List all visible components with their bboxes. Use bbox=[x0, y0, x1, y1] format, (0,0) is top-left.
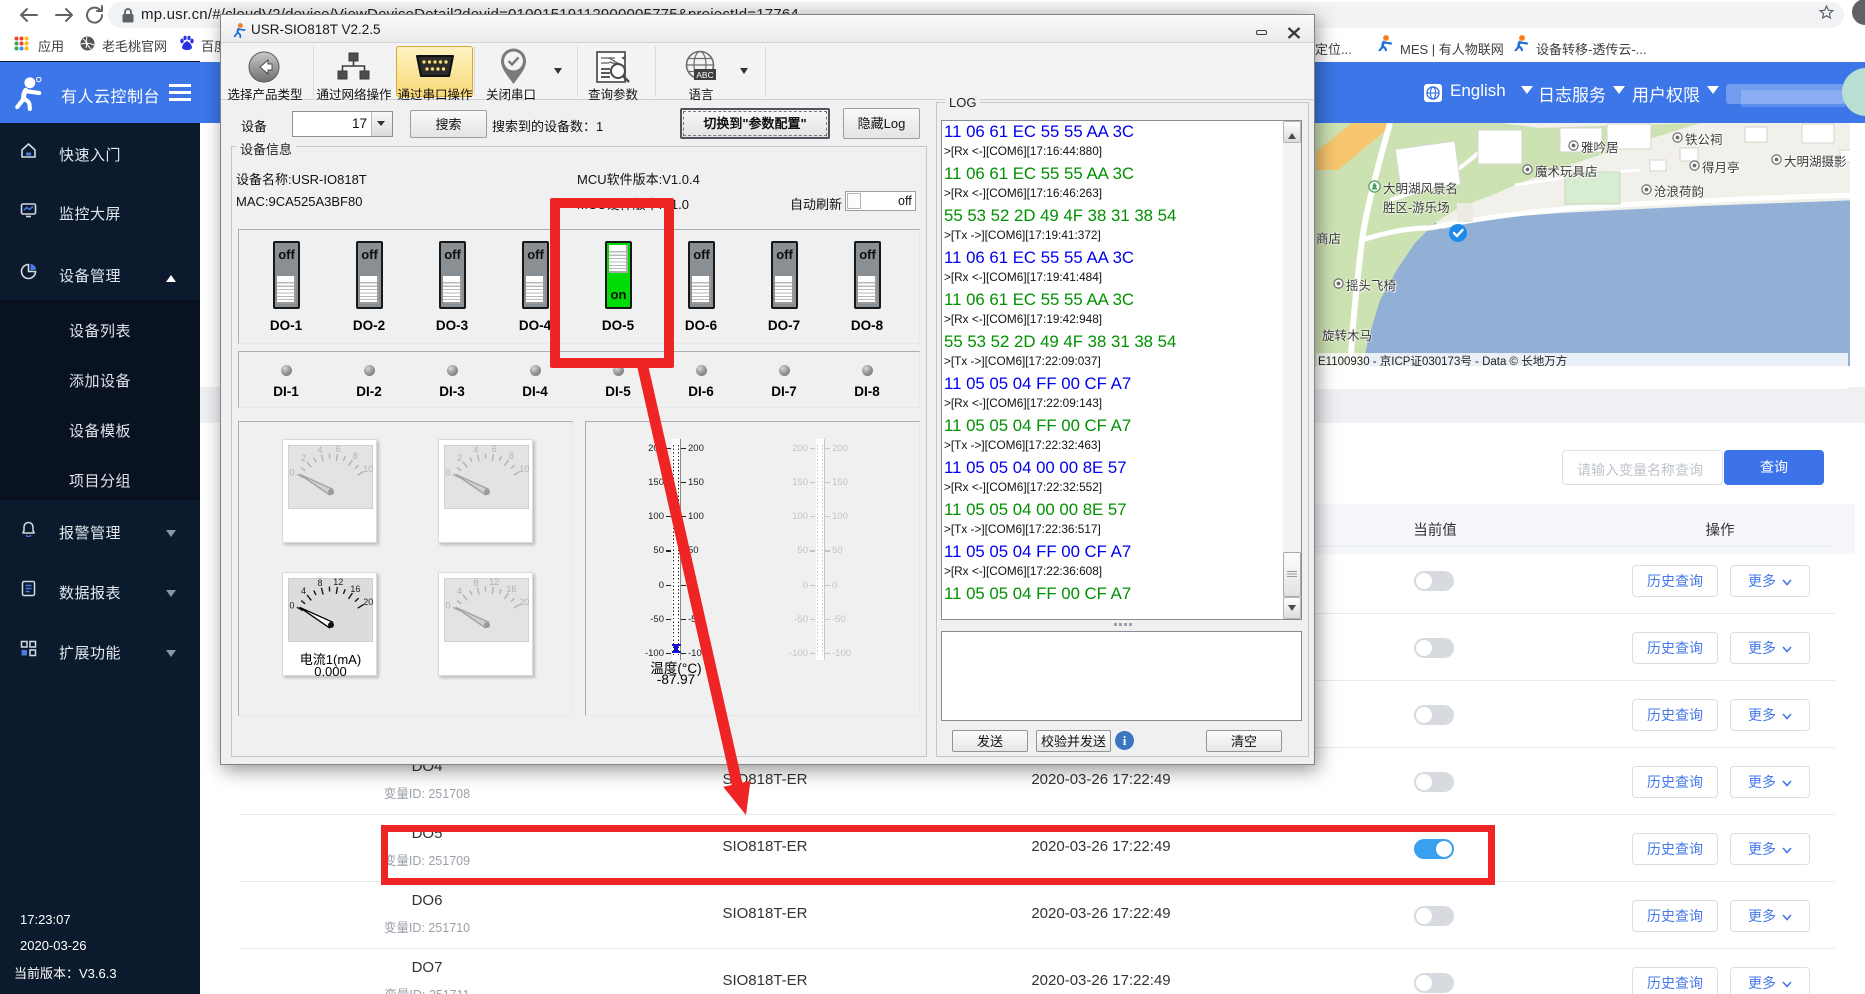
svg-text:10: 10 bbox=[519, 464, 529, 474]
svg-text:8: 8 bbox=[473, 578, 478, 588]
svg-text:4: 4 bbox=[317, 445, 322, 455]
svg-text:4: 4 bbox=[457, 586, 462, 596]
svg-text:2: 2 bbox=[457, 453, 462, 463]
svg-text:12: 12 bbox=[489, 578, 499, 587]
svg-text:16: 16 bbox=[506, 584, 516, 594]
svg-text:12: 12 bbox=[333, 578, 343, 587]
svg-text:ABC: ABC bbox=[696, 70, 713, 80]
svg-text:0: 0 bbox=[289, 600, 294, 610]
svg-text:0: 0 bbox=[289, 467, 294, 477]
svg-text:4: 4 bbox=[473, 445, 478, 455]
svg-text:8: 8 bbox=[509, 451, 514, 461]
svg-text:6: 6 bbox=[336, 445, 341, 454]
svg-text:16: 16 bbox=[350, 584, 360, 594]
svg-text:10: 10 bbox=[363, 464, 373, 474]
svg-text:0: 0 bbox=[445, 600, 450, 610]
svg-text:6: 6 bbox=[492, 445, 497, 454]
svg-text:20: 20 bbox=[519, 597, 529, 607]
svg-text:4: 4 bbox=[301, 586, 306, 596]
svg-text:20: 20 bbox=[363, 597, 373, 607]
svg-text:2: 2 bbox=[301, 453, 306, 463]
svg-text:8: 8 bbox=[353, 451, 358, 461]
svg-text:8: 8 bbox=[317, 578, 322, 588]
svg-text:0: 0 bbox=[445, 467, 450, 477]
